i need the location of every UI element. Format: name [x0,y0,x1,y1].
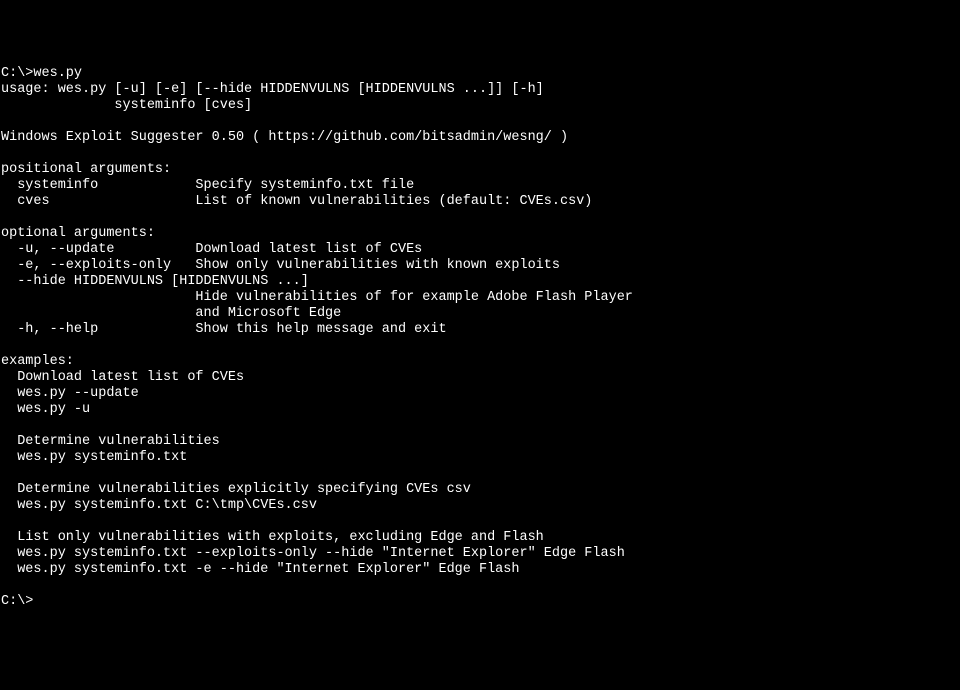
terminal-line: wes.py systeminfo.txt --exploits-only --… [1,546,959,562]
terminal-line: -h, --help Show this help message and ex… [1,322,959,338]
terminal-line: examples: [1,354,959,370]
terminal-line [1,514,959,530]
terminal-line [1,338,959,354]
terminal-line: optional arguments: [1,226,959,242]
terminal-line: wes.py systeminfo.txt [1,450,959,466]
terminal-line: List only vulnerabilities with exploits,… [1,530,959,546]
terminal-line: systeminfo [cves] [1,98,959,114]
terminal-line: cves List of known vulnerabilities (defa… [1,194,959,210]
terminal-line [1,578,959,594]
terminal-line: C:\> [1,594,959,610]
terminal-line: Determine vulnerabilities explicitly spe… [1,482,959,498]
terminal-line: systeminfo Specify systeminfo.txt file [1,178,959,194]
terminal-line: Download latest list of CVEs [1,370,959,386]
terminal-line: usage: wes.py [-u] [-e] [--hide HIDDENVU… [1,82,959,98]
terminal-line: C:\>wes.py [1,66,959,82]
terminal-line [1,466,959,482]
terminal-line: Determine vulnerabilities [1,434,959,450]
terminal-line: Hide vulnerabilities of for example Adob… [1,290,959,306]
terminal-line: --hide HIDDENVULNS [HIDDENVULNS ...] [1,274,959,290]
terminal-line: wes.py -u [1,402,959,418]
terminal-line: -u, --update Download latest list of CVE… [1,242,959,258]
terminal-line: wes.py systeminfo.txt C:\tmp\CVEs.csv [1,498,959,514]
terminal-line: wes.py --update [1,386,959,402]
terminal-line [1,114,959,130]
terminal-line [1,210,959,226]
terminal-line [1,418,959,434]
terminal-line: -e, --exploits-only Show only vulnerabil… [1,258,959,274]
terminal-line: wes.py systeminfo.txt -e --hide "Interne… [1,562,959,578]
terminal-line [1,146,959,162]
terminal-line: and Microsoft Edge [1,306,959,322]
terminal-line: Windows Exploit Suggester 0.50 ( https:/… [1,130,959,146]
terminal-line: positional arguments: [1,162,959,178]
terminal-output: C:\>wes.pyusage: wes.py [-u] [-e] [--hid… [1,66,959,610]
